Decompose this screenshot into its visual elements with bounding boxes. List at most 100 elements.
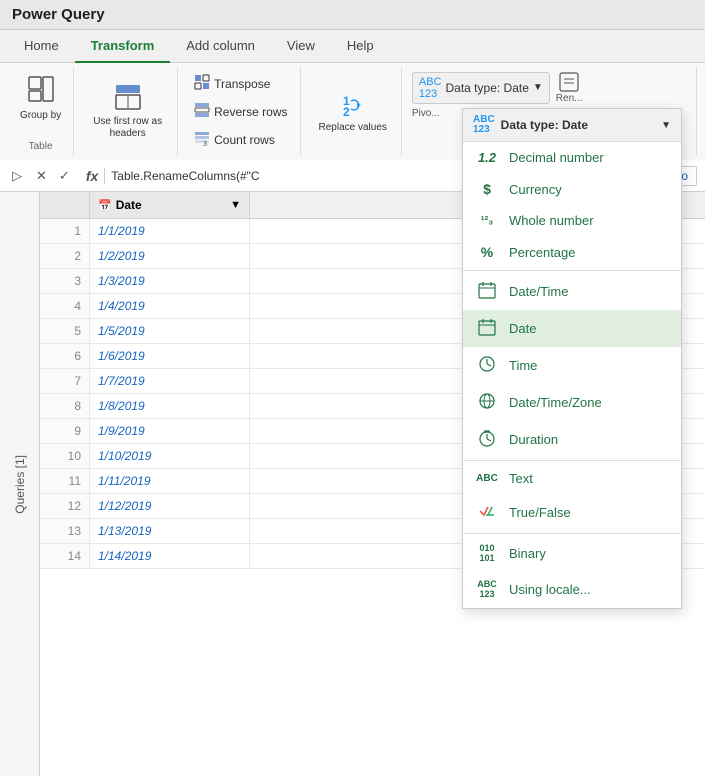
rename-button[interactable]: Ren... [556, 71, 583, 104]
row-num: 10 [40, 444, 90, 468]
locale-label: Using locale... [509, 582, 591, 597]
formula-confirm-icon[interactable]: ✓ [55, 166, 74, 186]
count-rows-label: Count rows [214, 133, 275, 147]
row-num: 14 [40, 544, 90, 568]
pivot-button[interactable]: Pivo... [412, 108, 440, 119]
dropdown-item-duration[interactable]: Duration [463, 421, 681, 458]
tab-transform[interactable]: Transform [75, 30, 171, 63]
data-type-icon: ABC123 [419, 76, 442, 100]
reverse-rows-icon [194, 102, 210, 121]
dropdown-item-percentage[interactable]: % Percentage [463, 236, 681, 268]
pivot-label: Pivo... [412, 108, 440, 119]
row-val: 1/5/2019 [90, 319, 250, 343]
currency-icon: $ [475, 181, 499, 197]
dropdown-item-time[interactable]: Time [463, 347, 681, 384]
row-val: 1/13/2019 [90, 519, 250, 543]
datetimezone-label: Date/Time/Zone [509, 395, 602, 410]
truefalse-icon [475, 502, 499, 523]
decimal-icon: 1.2 [475, 150, 499, 165]
dropdown-header-abc123-icon: ABC123 [473, 115, 495, 135]
row-num: 9 [40, 419, 90, 443]
formula-cancel-icon[interactable]: ✕ [32, 166, 51, 186]
rename-icon [558, 71, 580, 93]
locale-icon: ABC123 [475, 580, 499, 600]
row-num-header [40, 192, 90, 218]
tab-home[interactable]: Home [8, 30, 75, 63]
group-by-label: Group by [20, 110, 61, 121]
dropdown-item-text[interactable]: ABC Text [463, 463, 681, 494]
binary-label: Binary [509, 546, 546, 561]
truefalse-label: True/False [509, 505, 571, 520]
row-val: 1/1/2019 [90, 219, 250, 243]
dropdown-item-currency[interactable]: $ Currency [463, 173, 681, 205]
dropdown-item-datetime[interactable]: Date/Time [463, 273, 681, 310]
use-first-row-button[interactable]: Use first row as headers [84, 79, 171, 144]
use-first-row-label: Use first row as headers [90, 116, 165, 140]
row-num: 6 [40, 344, 90, 368]
group-by-button[interactable]: Group by [14, 71, 67, 125]
app-title: Power Query [12, 6, 105, 23]
percentage-icon: % [475, 244, 499, 260]
row-val: 1/14/2019 [90, 544, 250, 568]
decimal-label: Decimal number [509, 150, 604, 165]
reverse-rows-button[interactable]: Reverse rows [188, 99, 293, 124]
formula-fx-label: fx [80, 168, 105, 184]
time-icon [475, 355, 499, 376]
whole-label: Whole number [509, 213, 594, 228]
count-rows-icon: 3 [194, 130, 210, 149]
tab-view[interactable]: View [271, 30, 331, 63]
col-header-date[interactable]: 📅 Date ▼ [90, 192, 250, 218]
formula-expand-icon[interactable]: ▷ [8, 166, 26, 186]
row-val: 1/7/2019 [90, 369, 250, 393]
transpose-icon [194, 74, 210, 93]
tab-add-column[interactable]: Add column [170, 30, 271, 63]
duration-label: Duration [509, 432, 558, 447]
row-val: 1/12/2019 [90, 494, 250, 518]
formula-controls: ✕ ✓ [32, 166, 74, 186]
row-num: 4 [40, 294, 90, 318]
tab-help[interactable]: Help [331, 30, 390, 63]
dropdown-item-truefalse[interactable]: True/False [463, 494, 681, 531]
row-num: 1 [40, 219, 90, 243]
currency-label: Currency [509, 182, 562, 197]
dropdown-item-whole[interactable]: ¹²₃ Whole number [463, 205, 681, 236]
dropdown-item-decimal[interactable]: 1.2 Decimal number [463, 142, 681, 173]
transpose-button[interactable]: Transpose [188, 71, 293, 96]
date-icon [475, 318, 499, 339]
time-label: Time [509, 358, 537, 373]
dropdown-item-binary[interactable]: 010101 Binary [463, 536, 681, 572]
dropdown-header: ABC123 Data type: Date ▼ [463, 109, 681, 142]
group-by-icon [27, 75, 55, 110]
row-num: 13 [40, 519, 90, 543]
row-val: 1/11/2019 [90, 469, 250, 493]
row-val: 1/2/2019 [90, 244, 250, 268]
row-val: 1/10/2019 [90, 444, 250, 468]
data-type-button[interactable]: ABC123 Data type: Date ▼ [412, 72, 550, 104]
dropdown-header-chevron: ▼ [661, 120, 671, 131]
date-col-type-icon: 📅 [98, 199, 112, 212]
queries-panel: Queries [1] [0, 192, 40, 776]
row-num: 2 [40, 244, 90, 268]
dropdown-item-datetimezone[interactable]: Date/Time/Zone [463, 384, 681, 421]
date-label: Date [509, 321, 536, 336]
transpose-label: Transpose [214, 77, 270, 91]
use-first-row-icon [114, 83, 142, 116]
svg-text:3: 3 [203, 141, 207, 146]
replace-values-label: Replace values [319, 122, 387, 133]
data-type-dropdown: ABC123 Data type: Date ▼ 1.2 Decimal num… [462, 108, 682, 609]
text-label: Text [509, 471, 533, 486]
replace-values-button[interactable]: 1 2 Replace values [313, 87, 393, 137]
text-icon: ABC [475, 473, 499, 484]
row-val: 1/8/2019 [90, 394, 250, 418]
date-col-label: Date [116, 198, 142, 212]
dropdown-item-date[interactable]: Date [463, 310, 681, 347]
row-num: 11 [40, 469, 90, 493]
data-type-chevron: ▼ [533, 82, 543, 93]
divider-3 [463, 533, 681, 534]
row-num: 12 [40, 494, 90, 518]
date-col-dropdown-icon[interactable]: ▼ [230, 199, 241, 211]
count-rows-button[interactable]: 3 Count rows [188, 127, 293, 152]
divider-2 [463, 460, 681, 461]
row-val: 1/6/2019 [90, 344, 250, 368]
dropdown-item-locale[interactable]: ABC123 Using locale... [463, 572, 681, 608]
